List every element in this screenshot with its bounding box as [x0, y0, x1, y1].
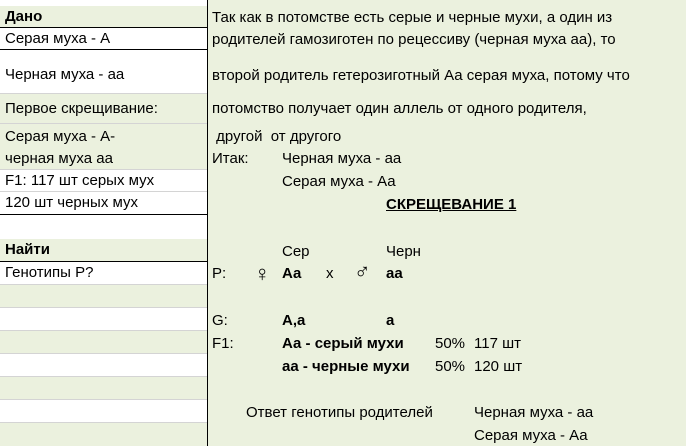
- empty-cell[interactable]: [0, 377, 207, 400]
- empty-cell[interactable]: [0, 354, 207, 377]
- f1-row2-genotype: аа - черные мухи: [282, 358, 410, 375]
- g-male-gametes: а: [386, 312, 395, 329]
- f1-row1-percent: 50%: [435, 335, 466, 352]
- gray-fly-cell[interactable]: Серая муха - А: [0, 28, 207, 50]
- explanation-line-5: другой от другого: [212, 128, 342, 145]
- p-female-genotype: Аа: [282, 265, 302, 282]
- chern-label: Черн: [386, 243, 421, 260]
- answer-black: Черная муха - аа: [474, 404, 594, 421]
- empty-cell[interactable]: [0, 423, 207, 446]
- explanation-line-2: родителей гамозиготен по рецессиву (черн…: [212, 31, 616, 48]
- cross-black-cell[interactable]: черная муха аа: [0, 148, 207, 170]
- spreadsheet: Дано Серая муха - А Черная муха - аа Пер…: [0, 0, 686, 446]
- explanation-line-3: второй родитель гетерозиготный Аа серая …: [212, 67, 630, 84]
- f1-row2-percent: 50%: [435, 358, 466, 375]
- cross-sign: х: [326, 265, 334, 282]
- empty-cell[interactable]: [0, 215, 207, 239]
- empty-cell[interactable]: [0, 400, 207, 423]
- f1-black-cell[interactable]: 120 шт черных мух: [0, 192, 207, 215]
- itak-label: Итак:: [212, 150, 249, 167]
- g-label: G:: [212, 312, 228, 329]
- solution-panel: Так как в потомстве есть серые и черные …: [207, 0, 686, 446]
- empty-cell[interactable]: [0, 331, 207, 354]
- p-male-genotype: аа: [386, 265, 403, 282]
- g-female-gametes: А,а: [282, 312, 306, 329]
- f1-label: F1:: [212, 335, 234, 352]
- empty-cell[interactable]: [0, 308, 207, 331]
- p-label: P:: [212, 265, 227, 282]
- find-header[interactable]: Найти: [0, 239, 207, 262]
- black-fly-cell[interactable]: Черная муха - аа: [0, 50, 207, 94]
- male-icon: ♂: [354, 259, 371, 284]
- genotypes-question-cell[interactable]: Генотипы Р?: [0, 262, 207, 285]
- empty-cell[interactable]: [0, 285, 207, 308]
- explanation-line-4: потомство получает один аллель от одного…: [212, 100, 587, 117]
- female-icon: ♀: [254, 261, 271, 286]
- f1-row1-genotype: Аа - серый мухи: [282, 335, 404, 352]
- itak-black: Черная муха - аа: [282, 150, 402, 167]
- given-header[interactable]: Дано: [0, 6, 207, 28]
- f1-gray-cell[interactable]: F1: 117 шт серых мух: [0, 170, 207, 192]
- f1-row1-count: 117 шт: [474, 335, 521, 352]
- itak-gray: Серая муха - Аа: [282, 173, 396, 190]
- answer-label: Ответ генотипы родителей: [246, 404, 433, 421]
- cross-gray-cell[interactable]: Серая муха - А-: [0, 124, 207, 148]
- first-cross-cell[interactable]: Первое скрещивание:: [0, 94, 207, 124]
- answer-gray: Серая муха - Аа: [474, 427, 588, 444]
- explanation-line-1: Так как в потомстве есть серые и черные …: [212, 9, 613, 26]
- cross-title: СКРЕЩЕВАНИЕ 1: [386, 196, 517, 213]
- ser-label: Сер: [282, 243, 310, 260]
- f1-row2-count: 120 шт: [474, 358, 523, 375]
